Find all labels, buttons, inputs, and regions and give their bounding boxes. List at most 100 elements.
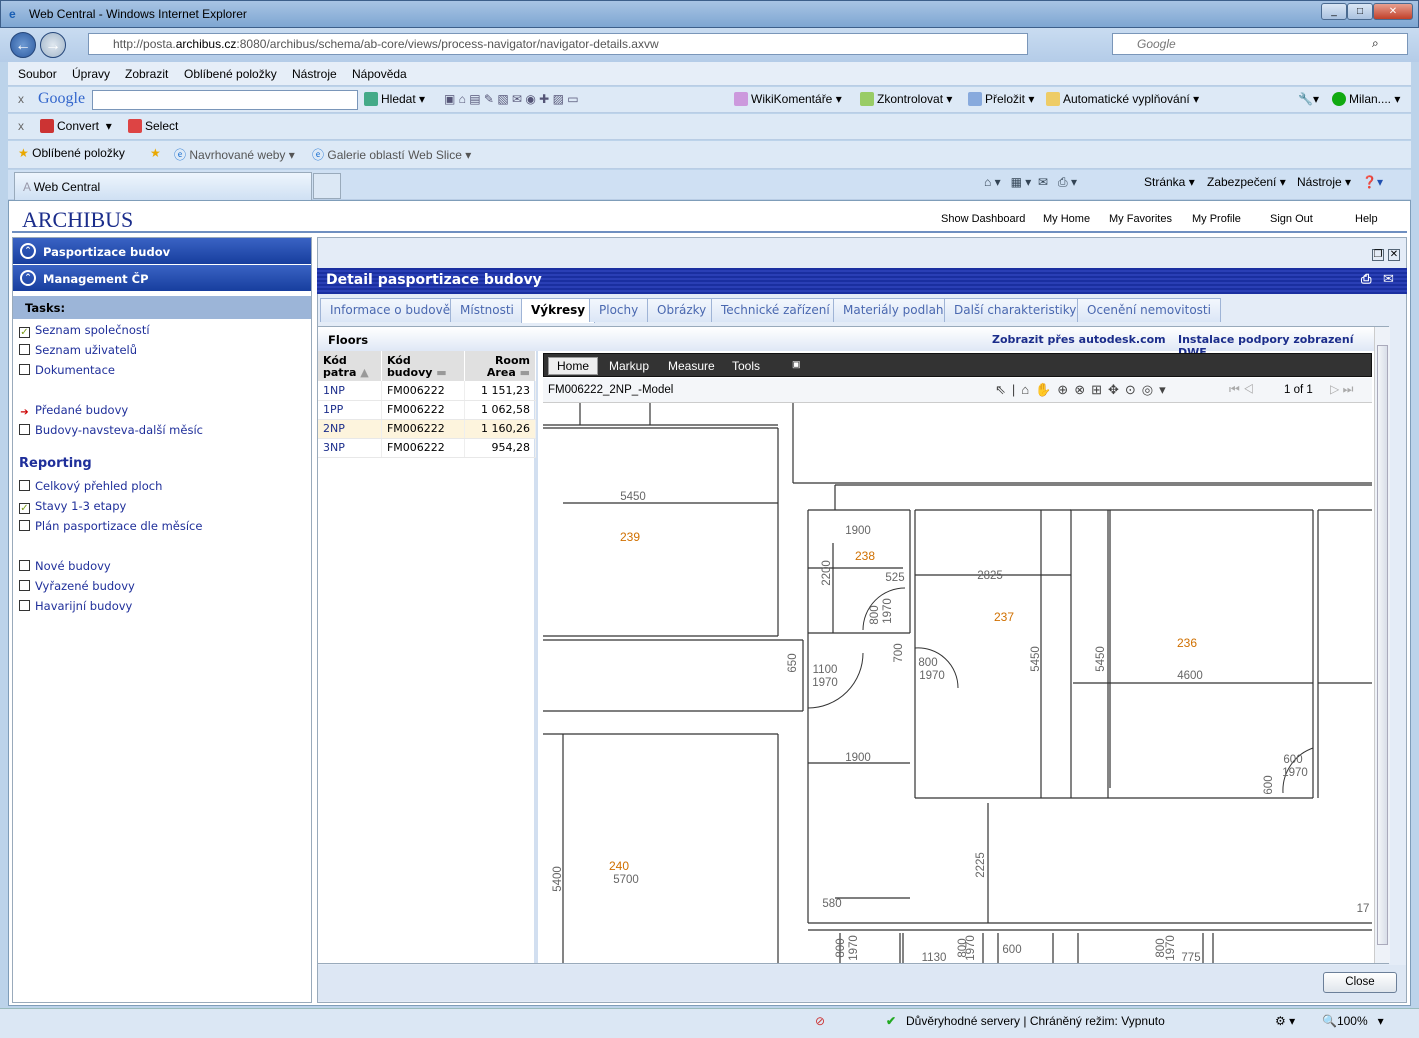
menu-tools[interactable]: Nástroje: [292, 67, 337, 81]
viewer-tab-measure[interactable]: Measure: [668, 359, 715, 373]
my-favorites-link[interactable]: My Favorites: [1109, 213, 1172, 225]
home-icon[interactable]: ⌂ ▾ ▦ ▾ ✉ ⎙ ▾: [984, 175, 1077, 190]
settings-icon[interactable]: 🔧▾: [1298, 92, 1319, 106]
room-number[interactable]: 239: [620, 530, 640, 544]
translate-button[interactable]: Přeložit ▾: [968, 92, 1034, 106]
column-header-building-code[interactable]: Kód budovy ▬: [381, 351, 466, 381]
menu-file[interactable]: Soubor: [18, 67, 57, 81]
my-profile-link[interactable]: My Profile: [1192, 213, 1241, 225]
close-window-button[interactable]: ✕: [1373, 3, 1413, 20]
table-row[interactable]: 1NP FM006222 1 151,23: [318, 381, 536, 401]
room-number[interactable]: 236: [1177, 636, 1197, 650]
security-zone[interactable]: Důvěryhodné servery | Chráněný režim: Vy…: [906, 1014, 1165, 1028]
add-favorite-icon[interactable]: ★: [150, 146, 161, 160]
viewer-tab-home[interactable]: Home: [548, 357, 599, 375]
close-panel-icon[interactable]: ✕: [1388, 249, 1400, 261]
wiki-button[interactable]: WikiKomentáře ▾: [734, 92, 842, 106]
task-item[interactable]: ➔ Předané budovy: [19, 403, 128, 419]
safety-menu[interactable]: Zabezpečení ▾: [1207, 175, 1286, 189]
tab-6[interactable]: Materiály podlah: [833, 298, 954, 322]
column-header-floor-code[interactable]: Kód patra ▲: [318, 351, 382, 381]
maximize-button[interactable]: □: [1347, 3, 1373, 20]
web-slice-gallery-button[interactable]: ⓔ Galerie oblastí Web Slice ▾: [312, 146, 471, 163]
viewer-tool-icons[interactable]: ⇖|⌂✋⊕⊗⊞✥⊙◎▾: [995, 382, 1172, 398]
tab-2[interactable]: Výkresy: [521, 298, 596, 323]
ribbon-collapse-icon[interactable]: ▣: [792, 359, 801, 370]
page-menu[interactable]: Stránka ▾: [1144, 175, 1195, 189]
search-input[interactable]: Google: [1112, 33, 1408, 55]
zoom-level[interactable]: 🔍100% ▾: [1322, 1014, 1384, 1028]
menu-view[interactable]: Zobrazit: [125, 67, 168, 81]
table-row[interactable]: 2NP FM006222 1 160,26: [318, 419, 536, 439]
first-page-icon[interactable]: ⏮ ◁: [1229, 382, 1254, 397]
my-home-link[interactable]: My Home: [1043, 213, 1090, 225]
favorites-button[interactable]: ★ Oblíbené položky: [18, 146, 125, 160]
task-item[interactable]: Dokumentace: [19, 363, 115, 377]
url-input[interactable]: http://posta.archibus.cz:8080/archibus/s…: [88, 33, 1028, 55]
forward-button[interactable]: →: [40, 32, 66, 58]
search-icon[interactable]: ⌕: [1372, 36, 1379, 51]
restore-panel-icon[interactable]: ❐: [1372, 249, 1384, 261]
email-icon[interactable]: ✉: [1383, 272, 1394, 287]
room-number[interactable]: 237: [994, 610, 1014, 624]
tab-0[interactable]: Informace o budově: [320, 298, 461, 322]
tools-menu[interactable]: Nástroje ▾: [1297, 175, 1351, 189]
menu-edit[interactable]: Úpravy: [72, 67, 110, 81]
google-search-input[interactable]: [92, 90, 358, 110]
tab-3[interactable]: Plochy: [589, 298, 649, 322]
addons-icon[interactable]: ⚙ ▾: [1275, 1014, 1295, 1028]
print-icon[interactable]: ⎙: [1361, 272, 1371, 287]
floor-plan-drawing[interactable]: 239 238 237 236 240 5450 1900 2200 525 800 1970 282…: [543, 403, 1372, 963]
show-dashboard-link[interactable]: Show Dashboard: [941, 213, 1025, 225]
vertical-scrollbar[interactable]: [1374, 327, 1390, 963]
sign-out-link[interactable]: Sign Out: [1270, 213, 1313, 225]
section-management[interactable]: ⌃ Management ČP: [13, 265, 311, 292]
viewer-tab-markup[interactable]: Markup: [609, 359, 649, 373]
room-number[interactable]: 240: [609, 859, 629, 873]
task-item[interactable]: ✓ Stavy 1-3 etapy: [19, 499, 126, 514]
task-item[interactable]: ✓ Seznam společností: [19, 323, 150, 338]
browser-tab-web-central[interactable]: A Web Central: [14, 172, 312, 200]
google-search-button[interactable]: Hledat ▾: [364, 92, 425, 106]
task-item[interactable]: Plán pasportizace dle měsíce: [19, 519, 202, 533]
viewer-tab-tools[interactable]: Tools: [732, 359, 760, 373]
tab-1[interactable]: Místnosti: [450, 298, 524, 322]
popup-blocker-icon[interactable]: ⊘: [815, 1014, 825, 1028]
toolbar-icons[interactable]: ▣ ⌂ ▤ ✎ ▧ ✉ ◉ ✚ ▨ ▭: [444, 92, 579, 106]
task-item[interactable]: Havarijní budovy: [19, 599, 132, 613]
new-tab-button[interactable]: [313, 173, 341, 199]
spellcheck-button[interactable]: Zkontrolovat ▾: [860, 92, 952, 106]
close-toolbar-icon[interactable]: x: [18, 92, 24, 106]
scrollbar-thumb[interactable]: [1377, 345, 1388, 945]
tab-4[interactable]: Obrázky: [647, 298, 717, 322]
view-autodesk-link[interactable]: Zobrazit přes autodesk.com: [992, 333, 1166, 346]
task-item[interactable]: Celkový přehled ploch: [19, 479, 162, 493]
close-button[interactable]: Close: [1323, 972, 1397, 993]
tab-5[interactable]: Technické zařízení: [711, 298, 840, 322]
menu-favorites[interactable]: Oblíbené položky: [184, 67, 277, 81]
autofill-button[interactable]: Automatické vyplňování ▾: [1046, 92, 1199, 106]
user-button[interactable]: Milan.... ▾: [1332, 92, 1400, 106]
task-item[interactable]: Nové budovy: [19, 559, 111, 573]
minimize-button[interactable]: _: [1321, 3, 1347, 20]
convert-button[interactable]: Convert ▾: [40, 119, 112, 133]
select-button[interactable]: Select: [128, 119, 178, 133]
back-button[interactable]: ←: [10, 32, 36, 58]
help-icon[interactable]: ❓▾: [1362, 175, 1383, 189]
room-number[interactable]: 238: [855, 549, 875, 563]
task-item[interactable]: Vyřazené budovy: [19, 579, 135, 593]
tab-8[interactable]: Ocenění nemovitosti: [1077, 298, 1221, 322]
task-item[interactable]: Seznam uživatelů: [19, 343, 137, 357]
table-row[interactable]: 1PP FM006222 1 062,58: [318, 400, 536, 420]
menu-help[interactable]: Nápověda: [352, 67, 407, 81]
help-link[interactable]: Help: [1355, 213, 1378, 225]
next-page-icon[interactable]: ▷ ⏭: [1330, 382, 1353, 397]
section-pasportizace[interactable]: ⌃ Pasportizace budov: [13, 238, 311, 265]
floor-plan-svg[interactable]: 239238237236240545019002200 525800 1970282…: [543, 403, 1372, 963]
close-toolbar-icon[interactable]: x: [18, 119, 24, 133]
column-header-room-area[interactable]: Room Area ▬: [464, 351, 536, 381]
tab-7[interactable]: Další charakteristiky: [944, 298, 1087, 322]
table-row[interactable]: 3NP FM006222 954,28: [318, 438, 536, 458]
task-item[interactable]: Budovy-navsteva-další měsíc: [19, 423, 203, 437]
suggested-sites-button[interactable]: ⓔ Navrhované weby ▾: [174, 146, 295, 163]
